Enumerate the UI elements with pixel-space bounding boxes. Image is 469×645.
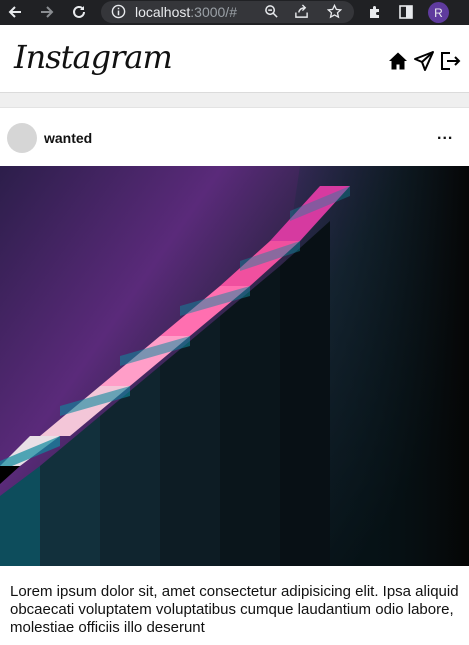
- url-text: localhost:3000/#: [135, 4, 237, 20]
- feed-gap: [0, 93, 469, 108]
- logout-icon[interactable]: [439, 50, 461, 72]
- profile-avatar[interactable]: R: [428, 2, 449, 23]
- back-icon[interactable]: [4, 2, 26, 22]
- instagram-logo[interactable]: Instagram: [14, 38, 173, 76]
- sidepanel-icon[interactable]: [395, 2, 417, 22]
- forward-icon[interactable]: [36, 2, 58, 22]
- zoom-icon[interactable]: [264, 4, 279, 23]
- post-card: wanted ... Lorem ipsum dolor sit, amet c…: [0, 108, 469, 645]
- send-icon[interactable]: [413, 50, 435, 72]
- home-icon[interactable]: [387, 50, 409, 72]
- info-icon[interactable]: [111, 4, 126, 23]
- extensions-icon[interactable]: [364, 2, 386, 22]
- browser-toolbar: localhost:3000/# R: [0, 0, 469, 25]
- app-header: Instagram: [0, 25, 469, 93]
- address-bar[interactable]: localhost:3000/#: [101, 1, 354, 23]
- post-username[interactable]: wanted: [44, 130, 92, 146]
- star-icon[interactable]: [326, 3, 343, 23]
- more-options-button[interactable]: ...: [437, 126, 453, 144]
- post-image: [0, 166, 469, 566]
- post-caption: Lorem ipsum dolor sit, amet consectetur …: [10, 583, 459, 636]
- share-icon[interactable]: [294, 4, 309, 23]
- reload-icon[interactable]: [68, 2, 90, 22]
- avatar[interactable]: [7, 123, 37, 153]
